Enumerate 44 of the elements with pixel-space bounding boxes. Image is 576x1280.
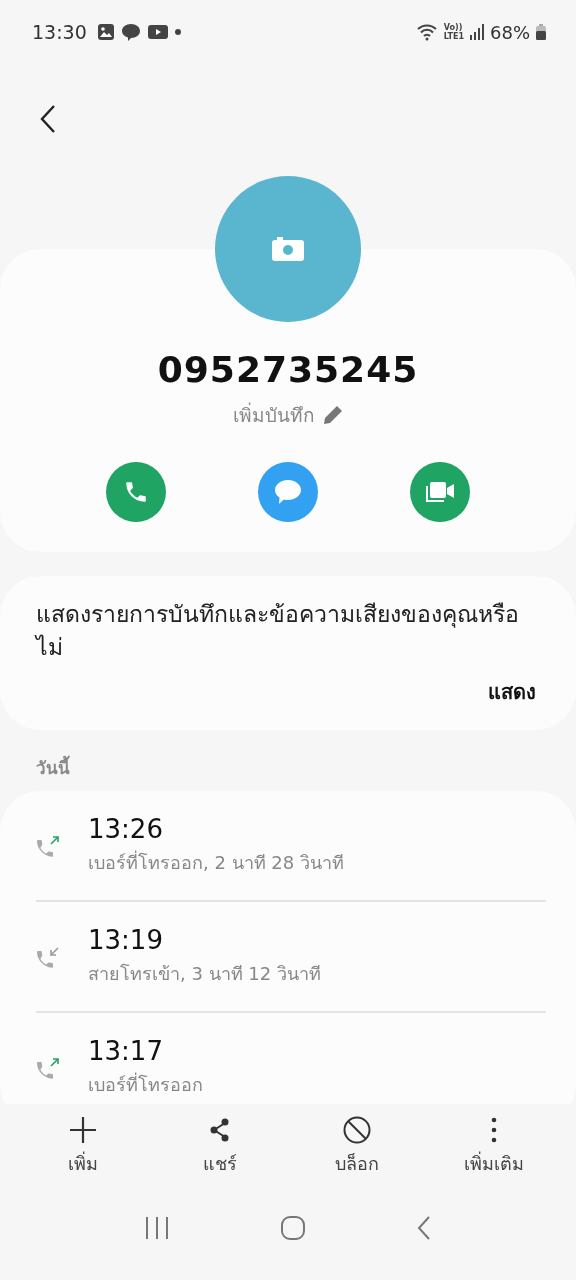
camera-icon (272, 237, 304, 261)
incoming-call-icon (36, 944, 62, 969)
battery-icon (536, 24, 546, 40)
video-camera-icon (424, 480, 456, 504)
message-button[interactable] (258, 462, 318, 522)
plus-icon (67, 1114, 98, 1145)
chat-bubble-icon (273, 478, 303, 506)
more-button[interactable]: เพิ่มเติม (438, 1114, 549, 1178)
section-title: วันนี้ (0, 730, 576, 791)
back-nav-icon[interactable] (416, 1215, 431, 1241)
show-button[interactable]: แสดง (484, 672, 540, 712)
call-row[interactable]: 13:26 เบอร์ที่โทรออก, 2 นาที 28 วินาที (36, 791, 546, 902)
phone-icon (123, 479, 149, 505)
dot-icon (174, 29, 181, 35)
call-detail: สายโทรเข้า, 3 นาที 12 วินาที (88, 962, 321, 986)
image-icon (96, 23, 115, 41)
call-detail: เบอร์ที่โทรออก (88, 1071, 203, 1097)
call-time: 13:17 (88, 1036, 164, 1066)
phone-number: 0952735245 (157, 349, 419, 390)
outgoing-call-icon (36, 833, 62, 858)
call-row[interactable]: 13:19 สายโทรเข้า, 3 นาที 12 วินาที (36, 902, 546, 1013)
block-button[interactable]: บล็อก (301, 1114, 412, 1178)
call-time: 13:19 (88, 925, 164, 955)
volte-label: Vo)) (443, 23, 463, 32)
prompt-text: แสดงรายการบันทึกและข้อความเสียงของคุณหรือไม่ (36, 600, 520, 662)
chat-bubble-icon (120, 22, 141, 42)
wifi-icon (415, 23, 438, 41)
status-time: 13:30 (32, 21, 87, 43)
signal-icon (470, 24, 484, 40)
outgoing-call-icon (36, 1055, 62, 1080)
play-icon (146, 24, 169, 40)
home-icon[interactable] (280, 1215, 306, 1241)
call-detail: เบอร์ที่โทรออก, 2 นาที 28 วินาที (88, 849, 344, 875)
battery-percent: 68% (490, 21, 530, 43)
add-note-link[interactable]: เพิ่มบันทึก (233, 400, 315, 430)
share-button[interactable]: แชร์ (164, 1114, 275, 1178)
block-icon (341, 1114, 372, 1145)
network-label: LTE1 (443, 32, 464, 41)
call-time: 13:26 (88, 814, 164, 844)
call-button[interactable] (106, 462, 166, 522)
pencil-icon[interactable] (323, 405, 343, 425)
add-button[interactable]: เพิ่ม (27, 1114, 138, 1178)
recent-apps-icon[interactable] (145, 1216, 170, 1240)
video-call-button[interactable] (410, 462, 470, 522)
